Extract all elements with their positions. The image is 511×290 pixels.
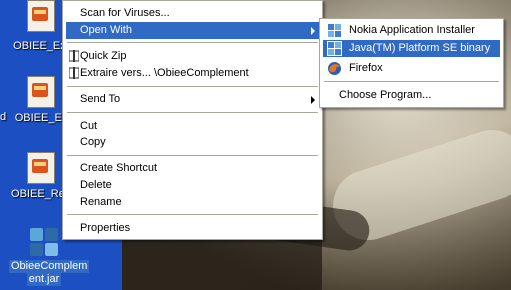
menu-item-label: Send To (80, 93, 121, 105)
menu-item-rename[interactable]: Rename (66, 194, 319, 211)
menu-item-label: Choose Program... (339, 89, 432, 101)
menu-separator (324, 81, 499, 82)
menu-item-label: Properties (80, 222, 131, 234)
menu-item-delete[interactable]: Delete (66, 177, 319, 194)
menu-item-label: Create Shortcut (80, 162, 158, 174)
java-icon (327, 41, 342, 56)
desktop-icon-label: OBIEE_Ex (14, 112, 68, 124)
menu-item-label: Nokia Application Installer (349, 24, 475, 36)
menu-item-cut[interactable]: Cut (66, 118, 319, 135)
open-with-submenu: Nokia Application Installer Java(TM) Pla… (319, 18, 504, 108)
menu-item-open-with[interactable]: Open With (66, 22, 319, 39)
menu-item-copy[interactable]: Copy (66, 134, 319, 151)
open-with-item-nokia[interactable]: Nokia Application Installer (323, 22, 500, 39)
menu-item-label: Firefox (349, 62, 383, 74)
menu-item-label: Quick Zip (80, 50, 127, 62)
menu-item-label: Cut (80, 120, 98, 132)
menu-item-label: Copy (80, 136, 106, 148)
menu-separator (67, 42, 318, 43)
menu-item-send-to[interactable]: Send To (66, 91, 319, 108)
desktop-icon-label: OBIEE_Ext (13, 40, 69, 52)
desktop-icon-label: ent.jar (26, 273, 62, 286)
firefox-icon (328, 62, 341, 75)
menu-item-label: Extraire vers... \ObieeComplement (80, 67, 249, 79)
archive-file-icon (27, 0, 55, 32)
open-with-item-java[interactable]: Java(TM) Platform SE binary (323, 40, 500, 57)
menu-item-label: Scan for Viruses... (80, 7, 170, 19)
menu-item-label: Java(TM) Platform SE binary (349, 42, 491, 54)
menu-separator (67, 214, 318, 215)
archive-file-icon (27, 76, 55, 108)
menu-item-label: Rename (80, 196, 122, 208)
menu-item-scan-viruses[interactable]: Scan for Viruses... (66, 5, 319, 22)
zip-icon (69, 50, 79, 62)
zip-icon (69, 67, 79, 79)
menu-item-create-shortcut[interactable]: Create Shortcut (66, 160, 319, 177)
open-with-choose-program[interactable]: Choose Program... (323, 87, 500, 104)
menu-item-label: Delete (80, 179, 112, 191)
menu-separator (67, 112, 318, 113)
context-menu: Scan for Viruses... Open With Quick Zip … (62, 0, 323, 240)
nokia-installer-icon (328, 24, 341, 37)
jar-file-icon (28, 226, 60, 258)
submenu-arrow-icon (311, 27, 315, 35)
menu-item-label: Open With (80, 24, 132, 36)
open-with-item-firefox[interactable]: Firefox (323, 60, 500, 77)
menu-separator (67, 86, 318, 87)
menu-item-extract[interactable]: Extraire vers... \ObieeComplement (66, 65, 319, 82)
desktop-stray-text: d (0, 111, 7, 123)
menu-item-properties[interactable]: Properties (66, 220, 319, 237)
menu-item-quick-zip[interactable]: Quick Zip (66, 48, 319, 65)
archive-file-icon (27, 152, 55, 184)
menu-separator (67, 155, 318, 156)
desktop-icon-label: ObieeComplem (9, 260, 90, 273)
submenu-arrow-icon (311, 96, 315, 104)
